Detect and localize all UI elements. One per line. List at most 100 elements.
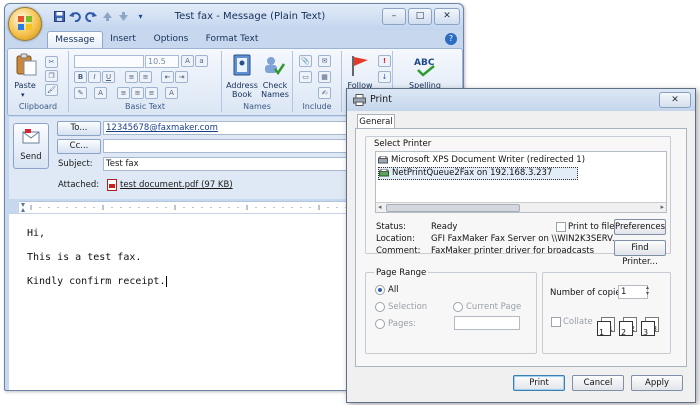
apply-button[interactable]: Apply [631, 375, 683, 391]
to-button[interactable]: To... [57, 121, 101, 136]
pages-radio[interactable] [375, 319, 385, 329]
italic-icon[interactable]: I [88, 71, 101, 83]
printer-list-scrollbar[interactable]: ◂ ▸ [376, 202, 666, 212]
business-card-icon[interactable]: ▭ [299, 71, 312, 83]
collate-checkbox[interactable] [551, 317, 561, 327]
tab-insert[interactable]: Insert [106, 31, 140, 47]
increase-indent-icon[interactable]: ⇥ [175, 71, 188, 83]
align-center-icon[interactable]: ≡ [131, 87, 144, 99]
copies-stepper[interactable]: ▴ ▾ [646, 285, 653, 298]
copies-input[interactable]: 1 [618, 285, 648, 299]
tab-options[interactable]: Options [149, 31, 193, 47]
selection-label: Selection [388, 302, 428, 312]
minimize-button[interactable]: – [382, 8, 406, 25]
preferences-button[interactable]: Preferences [614, 219, 666, 235]
signature-icon[interactable]: ✍ [318, 87, 331, 99]
align-right-icon[interactable]: ≡ [145, 87, 158, 99]
copy-icon[interactable]: ❐ [45, 70, 58, 82]
include-group-label: Include [302, 102, 332, 111]
underline-icon[interactable]: U [102, 71, 115, 83]
printer-item-selected[interactable]: NetPrintQueue2Fax on 192.168.3.237 [378, 167, 578, 180]
cut-icon[interactable]: ✂ [45, 56, 58, 68]
check-names-icon[interactable] [262, 53, 286, 77]
highlight-icon[interactable]: ✎ [74, 87, 87, 99]
paste-label[interactable]: Paste [10, 81, 40, 90]
body-line: Hi, [27, 228, 46, 239]
names-group-label: Names [243, 102, 271, 111]
calendar-icon[interactable]: ▦ [318, 71, 331, 83]
high-importance-icon[interactable]: ! [378, 55, 391, 67]
printer-list[interactable]: Microsoft XPS Document Writer (redirecte… [375, 151, 667, 213]
attach-item-icon[interactable]: ✉ [318, 55, 331, 67]
tab-general[interactable]: General [357, 114, 395, 129]
numbering-icon[interactable]: ≡ [139, 71, 152, 83]
send-button[interactable]: Send [13, 123, 49, 169]
scroll-right-icon[interactable]: ▸ [660, 203, 664, 211]
print-button[interactable]: Print [513, 375, 565, 391]
copies-label: Number of copies: [550, 288, 628, 298]
grow-font-icon[interactable]: A [181, 55, 194, 67]
attach-file-icon[interactable]: 📎 [299, 55, 312, 67]
font-size-dropdown[interactable]: 10.5 [145, 55, 179, 68]
to-recipient[interactable]: 12345678@faxmaker.com [106, 123, 218, 133]
collate-page: 3 [641, 321, 655, 337]
to-field[interactable]: 12345678@faxmaker.com [103, 121, 351, 135]
shrink-font-icon[interactable]: a [195, 55, 208, 67]
tab-message[interactable]: Message [47, 31, 103, 48]
cc-button[interactable]: Cc... [57, 139, 101, 154]
low-importance-icon[interactable]: ↓ [378, 71, 391, 83]
basic-text-group: 10.5 A a B I U ≡ ≡ ⇤ ⇥ ✎ A ≡ ≡ ≡ A Basic… [69, 51, 222, 112]
cc-field[interactable] [103, 139, 351, 153]
print-dialog-close-button[interactable]: ✕ [659, 92, 691, 108]
undo-icon[interactable] [68, 11, 81, 23]
maximize-button[interactable]: □ [408, 8, 432, 25]
customize-icon[interactable]: ▾ [134, 11, 147, 23]
find-printer-button[interactable]: Find Printer... [614, 240, 666, 267]
scroll-left-icon[interactable]: ◂ [378, 203, 382, 211]
clipboard-group-label: Clipboard [18, 102, 58, 111]
paste-icon[interactable] [14, 53, 38, 77]
cancel-button[interactable]: Cancel [572, 375, 624, 391]
attachment-name[interactable]: test document.pdf (97 KB) [120, 178, 233, 192]
collate-page: 1 [597, 321, 611, 337]
subject-field[interactable]: Test fax [103, 157, 351, 171]
bold-icon[interactable]: B [74, 71, 87, 83]
attachment-item[interactable]: test document.pdf (97 KB) [103, 178, 347, 192]
body-line: Kindly confirm receipt. [27, 276, 174, 287]
save-icon[interactable] [53, 11, 66, 23]
help-icon[interactable]: ? [445, 33, 457, 45]
decrease-indent-icon[interactable]: ⇤ [161, 71, 174, 83]
up-arrow-icon[interactable] [101, 11, 114, 23]
select-printer-label: Select Printer [374, 139, 432, 149]
redo-icon[interactable] [84, 11, 97, 23]
print-dialog-title-bar: Print ✕ [347, 89, 695, 111]
office-button[interactable] [8, 7, 42, 41]
pages-input[interactable] [454, 316, 520, 330]
address-book-label[interactable]: Address Book [224, 81, 260, 99]
current-page-radio[interactable] [453, 302, 463, 312]
down-arrow-icon[interactable] [117, 11, 130, 23]
align-left-icon[interactable]: ≡ [117, 87, 130, 99]
pdf-icon [107, 179, 117, 191]
bullets-icon[interactable]: ≡ [125, 71, 138, 83]
address-book-icon[interactable] [230, 53, 254, 77]
all-radio[interactable] [375, 285, 385, 295]
scrollbar-thumb[interactable] [386, 204, 520, 212]
collate-page: 2 [619, 321, 633, 337]
format-painter-icon[interactable]: 🖌 [45, 84, 58, 96]
clear-formatting-icon[interactable]: A [165, 87, 178, 99]
follow-up-flag-icon[interactable] [348, 54, 372, 78]
check-names-label[interactable]: Check Names [260, 81, 290, 99]
close-button[interactable]: ✕ [434, 8, 460, 25]
spelling-icon[interactable]: ABC [413, 54, 437, 78]
font-color-icon[interactable]: A [94, 87, 107, 99]
basic-text-group-label: Basic Text [125, 102, 165, 111]
names-group: Address Book Check Names Names [222, 51, 293, 112]
print-to-file-checkbox[interactable] [556, 222, 566, 232]
selection-radio[interactable] [375, 302, 385, 312]
decrement-icon[interactable]: ▾ [646, 291, 653, 297]
font-name-dropdown[interactable] [74, 55, 144, 68]
printer-icon [353, 94, 366, 106]
tab-format-text[interactable]: Format Text [201, 31, 263, 47]
paste-dropdown-icon[interactable]: ▾ [21, 91, 25, 100]
